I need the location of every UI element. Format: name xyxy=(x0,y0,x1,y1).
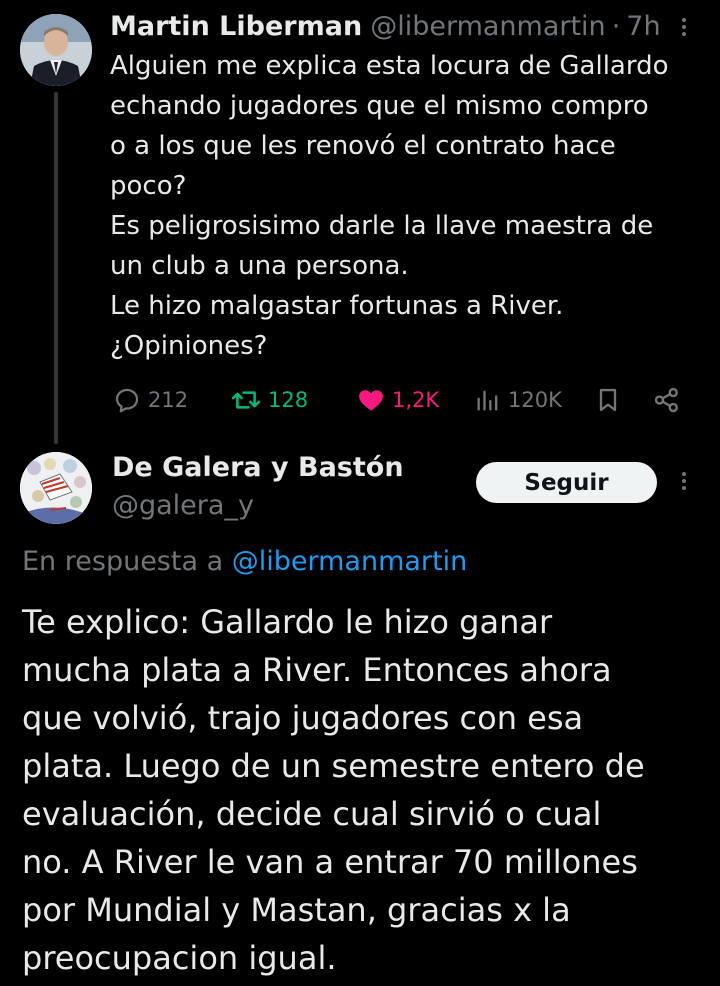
reply-tweet-text: Te explico: Gallardo le hizo ganar mucha… xyxy=(22,598,712,982)
author-avatar-galera[interactable] xyxy=(20,452,92,524)
tweet-text-line: Le hizo malgastar fortunas a River. xyxy=(110,291,564,321)
reply-text-line: Te explico: Gallardo le hizo ganar xyxy=(22,603,553,641)
replying-to-label: En respuesta a xyxy=(22,546,224,577)
tweet-text-line: ¿Opiniones? xyxy=(110,331,268,361)
views-icon xyxy=(477,390,498,411)
author-handle[interactable]: @libermanmartin xyxy=(370,11,606,42)
reply-text-line: evaluación, decide cual sirvió o cual xyxy=(22,795,602,833)
avatar-photo-icon xyxy=(20,14,92,86)
share-button[interactable] xyxy=(652,380,682,420)
tweet-text-line: echando jugadores que el mismo compro xyxy=(110,91,649,121)
tweet-text-line: Alguien me explica esta locura de Gallar… xyxy=(110,51,669,81)
tweet-text-line: o a los que les renovó el contrato hace xyxy=(110,131,616,161)
like-button[interactable]: 1,2K xyxy=(356,380,439,420)
tweet-text-line: un club a una persona. xyxy=(110,251,409,281)
retweet-icon xyxy=(231,391,261,409)
author-name[interactable]: Martin Liberman xyxy=(110,11,362,42)
views-button[interactable]: 120K xyxy=(474,380,562,420)
reply-text-line: preocupacion igual. xyxy=(22,939,337,977)
separator-dot: · xyxy=(611,10,621,42)
thread-connector-line xyxy=(54,92,58,444)
more-icon[interactable] xyxy=(672,466,696,496)
tweet-action-bar: 212 128 1,2K 120K xyxy=(110,380,690,420)
reply-text-line: no. A River le van a entrar 70 millones xyxy=(22,843,638,881)
tweet-thread-screen: Martin Liberman @libermanmartin · 7h Alg… xyxy=(0,0,720,986)
replying-to-line: En respuesta a @libermanmartin xyxy=(22,544,467,580)
views-count: 120K xyxy=(508,388,562,412)
reply-icon xyxy=(115,388,139,413)
more-icon[interactable] xyxy=(672,12,696,42)
parent-tweet-text: Alguien me explica esta locura de Gallar… xyxy=(110,46,710,366)
parent-tweet-header: Martin Liberman @libermanmartin · 7h xyxy=(110,8,661,44)
follow-button[interactable]: Seguir xyxy=(476,462,657,503)
author-avatar-martin[interactable] xyxy=(20,14,92,86)
tweet-text-line: Es peligrosisimo darle la llave maestra … xyxy=(110,211,654,241)
like-count: 1,2K xyxy=(392,388,440,412)
reply-button[interactable]: 212 xyxy=(112,380,188,420)
heart-icon xyxy=(359,390,383,411)
bookmark-icon xyxy=(599,388,617,412)
bookmark-button[interactable] xyxy=(594,380,622,420)
reply-text-line: por Mundial y Mastan, gracias x la xyxy=(22,891,571,929)
tweet-time[interactable]: 7h xyxy=(626,11,660,42)
reply-text-line: que volvió, trajo jugadores con esa xyxy=(22,699,584,737)
reply-author-handle[interactable]: @galera_y xyxy=(112,488,254,524)
reply-count: 212 xyxy=(148,388,189,412)
reply-text-line: plata. Luego de un semestre entero de xyxy=(22,747,645,785)
share-icon xyxy=(654,387,678,413)
retweet-count: 128 xyxy=(268,388,309,412)
tweet-text-line: poco? xyxy=(110,171,187,201)
reply-text-line: mucha plata a River. Entonces ahora xyxy=(22,651,612,689)
replying-to-mention-link[interactable]: @libermanmartin xyxy=(232,546,468,577)
reply-author-name[interactable]: De Galera y Bastón xyxy=(112,450,404,486)
avatar-cartoon-icon xyxy=(20,452,92,524)
retweet-button[interactable]: 128 xyxy=(230,380,308,420)
